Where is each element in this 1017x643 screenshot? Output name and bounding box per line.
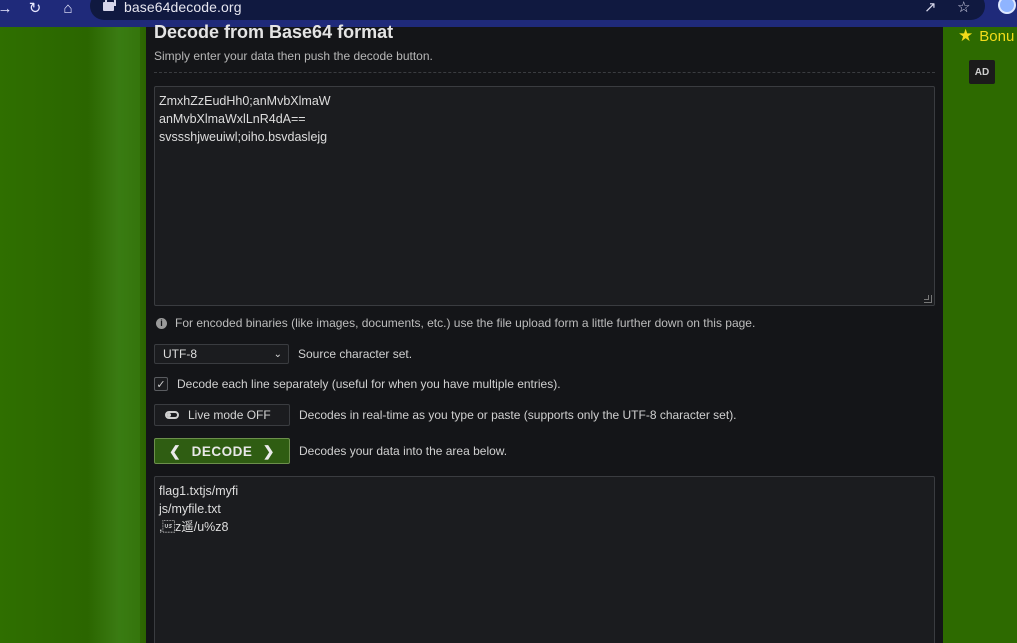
input-line: ZmxhZzEudHh0;anMvbXlmaW [159, 94, 331, 108]
resize-handle[interactable] [924, 295, 932, 303]
decode-button[interactable]: ❮ DECODE ❯ [154, 438, 290, 464]
left-background [0, 27, 146, 643]
input-line: svssshjweuiwl;oiho.bsvdaslejg [159, 130, 328, 144]
star-icon: ★ [958, 26, 974, 45]
bookmark-star-icon[interactable]: ☆ [957, 0, 970, 16]
bonus-link[interactable]: ★ Bonu [958, 26, 1015, 45]
info-text: For encoded binaries (like images, docum… [175, 316, 756, 330]
browser-toolbar: → ↻ ⌂ base64decode.org ↗ ☆ [0, 0, 1017, 27]
output-line: , z遥/u%z8 [159, 520, 229, 534]
chevron-right-icon: ❯ [262, 442, 275, 459]
charset-label: Source character set. [298, 347, 413, 361]
output-line: js/myfile.txt [159, 502, 221, 516]
decode-label: DECODE [191, 443, 253, 459]
chevron-down-icon: ⌄ [273, 348, 282, 360]
input-line: anMvbXlmaWxlLnR4dA== [159, 112, 306, 126]
charset-value: UTF-8 [163, 347, 197, 361]
decode-lines-row: ✓ Decode each line separately (useful fo… [154, 377, 561, 391]
live-mode-row: Live mode OFF Decodes in real-time as yo… [154, 404, 737, 426]
share-icon[interactable]: ↗ [924, 0, 937, 16]
decode-row: ❮ DECODE ❯ Decodes your data into the ar… [154, 438, 507, 464]
decode-lines-label[interactable]: Decode each line separately (useful for … [177, 377, 561, 391]
address-bar[interactable]: base64decode.org ↗ ☆ [90, 0, 985, 20]
forward-icon[interactable]: → [0, 0, 16, 17]
divider [154, 72, 935, 73]
decode-description: Decodes your data into the area below. [299, 444, 508, 458]
lock-icon [103, 0, 116, 11]
info-note: i For encoded binaries (like images, doc… [156, 316, 755, 330]
reload-icon[interactable]: ↻ [24, 0, 46, 17]
right-background [943, 27, 1017, 643]
input-textarea[interactable]: ZmxhZzEudHh0;anMvbXlmaW anMvbXlmaWxlLnR4… [154, 86, 935, 306]
chevron-left-icon: ❮ [169, 442, 182, 459]
toggle-icon [165, 411, 179, 419]
left-stripe [118, 27, 140, 643]
decode-lines-checkbox[interactable]: ✓ [154, 377, 168, 391]
output-line: flag1.txtjs/myfi [159, 484, 239, 498]
profile-avatar[interactable] [998, 0, 1016, 14]
page-subtitle: Simply enter your data then push the dec… [154, 49, 433, 63]
url-text[interactable]: base64decode.org [124, 0, 242, 15]
live-mode-button[interactable]: Live mode OFF [154, 404, 290, 426]
bonus-label: Bonu [979, 27, 1015, 45]
charset-select[interactable]: UTF-8 ⌄ [154, 344, 289, 364]
ad-badge: AD [969, 60, 995, 84]
main-panel: Decode from Base64 format Simply enter y… [146, 22, 943, 643]
home-icon[interactable]: ⌂ [57, 0, 79, 17]
live-mode-label: Live mode OFF [188, 408, 271, 422]
page-title: Decode from Base64 format [154, 22, 394, 42]
info-icon: i [156, 317, 167, 329]
charset-row: UTF-8 ⌄ Source character set. [154, 344, 412, 364]
output-textarea[interactable]: flag1.txtjs/myfi js/myfile.txt , z遥/u%z8 [154, 476, 935, 643]
live-mode-description: Decodes in real-time as you type or past… [299, 408, 737, 422]
